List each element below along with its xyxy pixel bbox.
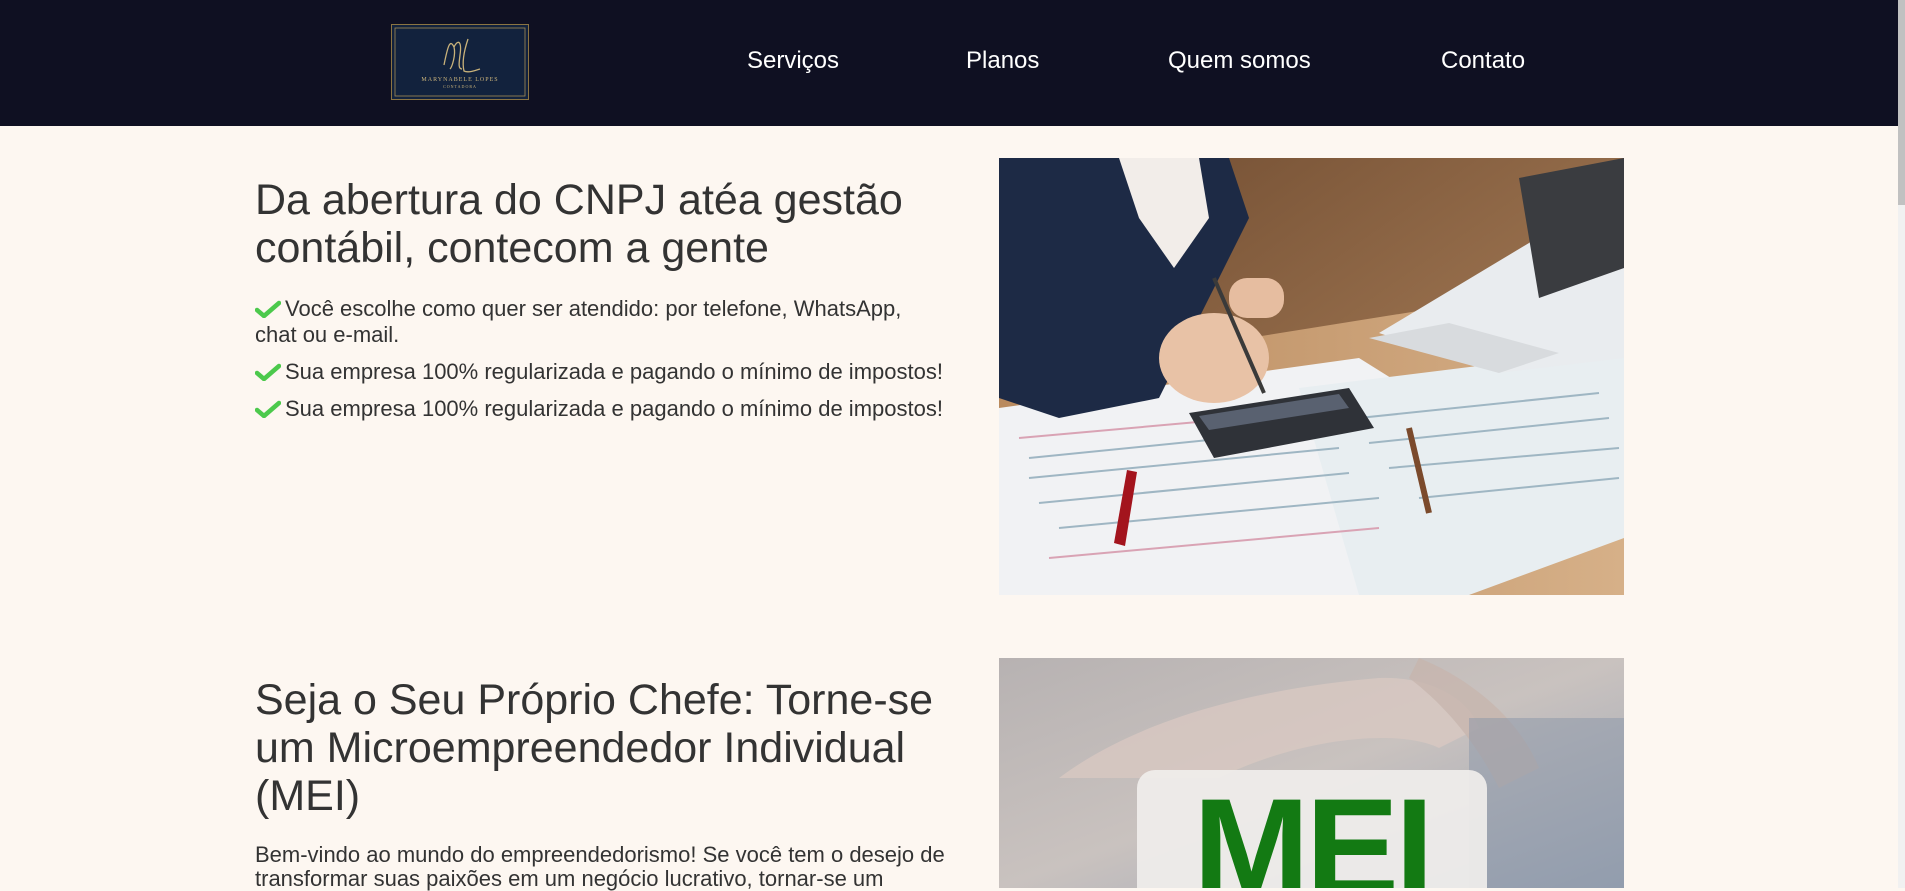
list-item: Sua empresa 100% regularizada e pagando … bbox=[255, 396, 945, 422]
logo-monogram-icon: MARYNABELE LOPES CONTADORA bbox=[394, 27, 526, 97]
check-icon bbox=[255, 300, 281, 318]
nav-contato[interactable]: Contato bbox=[1441, 44, 1525, 78]
svg-text:CONTADORA: CONTADORA bbox=[443, 84, 477, 89]
mei-paragraph: Bem-vindo ao mundo do empreendedorismo! … bbox=[255, 842, 945, 891]
mei-image-text: MEI bbox=[1193, 769, 1434, 889]
check-icon bbox=[255, 400, 281, 418]
hero-title: Da abertura do CNPJ atéa gestão contábil… bbox=[255, 176, 903, 272]
page-scrollbar[interactable] bbox=[1898, 0, 1905, 888]
mei-image: MEI bbox=[999, 658, 1624, 888]
benefit-text: Sua empresa 100% regularizada e pagando … bbox=[285, 396, 943, 421]
scrollbar-thumb[interactable] bbox=[1898, 0, 1905, 205]
hero-benefits-list: Você escolhe como quer ser atendido: por… bbox=[255, 296, 945, 433]
nav-servicos[interactable]: Serviços bbox=[747, 44, 839, 78]
check-icon bbox=[255, 363, 281, 381]
brand-logo[interactable]: MARYNABELE LOPES CONTADORA bbox=[391, 24, 529, 100]
nav-planos[interactable]: Planos bbox=[966, 44, 1039, 78]
list-item: Você escolhe como quer ser atendido: por… bbox=[255, 296, 945, 348]
mei-title: Seja o Seu Próprio Chefe: Torne-se um Mi… bbox=[255, 676, 934, 820]
accountant-photo bbox=[999, 158, 1624, 595]
site-header: MARYNABELE LOPES CONTADORA Serviços Plan… bbox=[0, 0, 1898, 126]
nav-quem-somos[interactable]: Quem somos bbox=[1168, 44, 1311, 78]
benefit-text: Sua empresa 100% regularizada e pagando … bbox=[285, 359, 943, 384]
benefit-text: Você escolhe como quer ser atendido: por… bbox=[255, 296, 902, 347]
svg-text:MARYNABELE LOPES: MARYNABELE LOPES bbox=[421, 77, 498, 83]
list-item: Sua empresa 100% regularizada e pagando … bbox=[255, 359, 945, 385]
